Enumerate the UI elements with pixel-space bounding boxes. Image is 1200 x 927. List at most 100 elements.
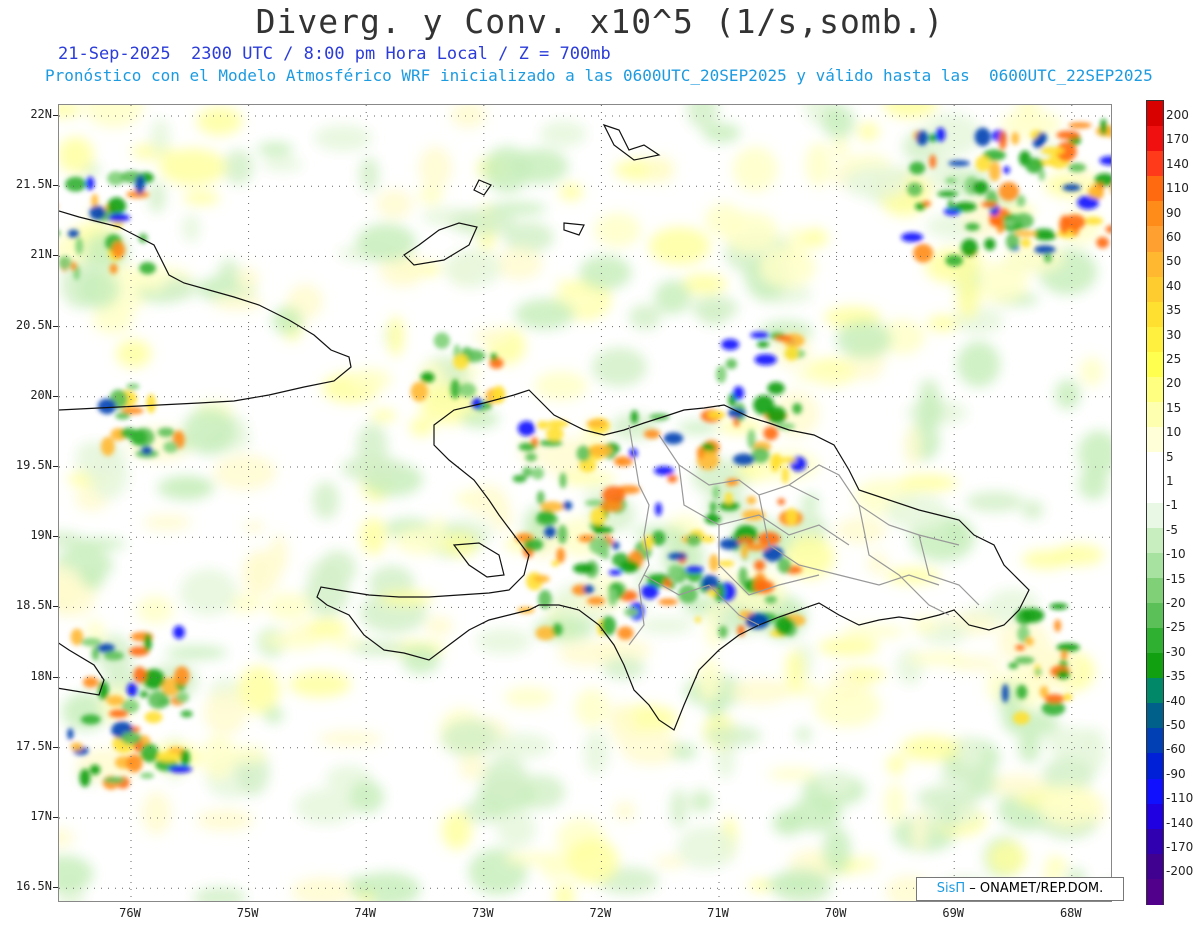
- colorbar-segment: [1147, 502, 1163, 529]
- colorbar-label: -10: [1166, 547, 1186, 562]
- colorbar-label: 5: [1166, 449, 1174, 464]
- lat-tick: [53, 255, 58, 257]
- colorbar-segment: [1147, 326, 1163, 353]
- colorbar-segment: [1147, 803, 1163, 830]
- lat-label: 19N: [30, 528, 52, 543]
- colorbar-segment: [1147, 276, 1163, 303]
- lat-label: 21N: [30, 247, 52, 262]
- colorbar-label: -30: [1166, 644, 1186, 659]
- colorbar-label: -25: [1166, 620, 1186, 635]
- colorbar-label: 90: [1166, 205, 1182, 220]
- colorbar-label: 35: [1166, 303, 1182, 318]
- colorbar-segment: [1147, 678, 1163, 704]
- lat-tick: [53, 185, 58, 187]
- map-canvas: [59, 105, 1111, 901]
- lat-label: 19.5N: [15, 458, 52, 472]
- colorbar-segment: [1147, 878, 1163, 905]
- colorbar-label: -170: [1166, 840, 1194, 854]
- colorbar-label: -110: [1166, 791, 1194, 806]
- colorbar-label: 40: [1166, 278, 1182, 293]
- colorbar-segment: [1147, 527, 1163, 554]
- colorbar-segment: [1147, 602, 1163, 629]
- colorbar-segment: [1147, 477, 1163, 503]
- lat-label: 20.5N: [15, 317, 52, 332]
- colorbar-label: 60: [1166, 230, 1182, 244]
- colorbar-label: -1: [1166, 498, 1178, 513]
- colorbar-segment: [1147, 251, 1163, 278]
- lat-tick: [53, 606, 58, 608]
- colorbar-label: 50: [1166, 254, 1182, 269]
- lat-label: 17.5N: [15, 738, 52, 753]
- colorbar-segment: [1147, 753, 1163, 780]
- colorbar-label: -60: [1166, 742, 1186, 757]
- colorbar-segment: [1147, 828, 1163, 855]
- colorbar-label: 200: [1166, 108, 1189, 122]
- colorbar-label: -40: [1166, 693, 1186, 708]
- colorbar-label: 15: [1166, 400, 1182, 415]
- lat-tick: [53, 325, 58, 327]
- chart-title: Diverg. y Conv. x10^5 (1/s,somb.): [255, 2, 945, 41]
- lon-label: 71W: [707, 906, 729, 920]
- lon-label: 69W: [942, 906, 965, 920]
- colorbar-segment: [1147, 176, 1163, 202]
- lon-label: 68W: [1059, 906, 1082, 920]
- colorbar-segment: [1147, 226, 1163, 253]
- lon-label: 70W: [824, 906, 847, 920]
- colorbar-segment: [1147, 778, 1163, 805]
- colorbar-label: -35: [1166, 669, 1186, 684]
- lat-tick: [53, 676, 58, 678]
- colorbar-segment: [1147, 653, 1163, 679]
- colorbar-label: 110: [1166, 181, 1189, 196]
- colorbar-label: 140: [1166, 156, 1189, 171]
- colorbar-segment: [1147, 427, 1163, 453]
- colorbar-label: -200: [1166, 864, 1194, 879]
- lat-tick: [53, 887, 58, 889]
- lat-tick: [53, 466, 58, 467]
- lon-label: 72W: [589, 906, 612, 920]
- colorbar-segment: [1147, 452, 1163, 478]
- colorbar-segment: [1147, 703, 1163, 729]
- colorbar-segment: [1147, 151, 1163, 177]
- colorbar-label: -5: [1166, 522, 1178, 537]
- colorbar-segment: [1147, 552, 1163, 579]
- credit-text: – ONAMET/REP.DOM.: [965, 881, 1104, 896]
- forecast-date-subtitle: 21-Sep-2025 2300 UTC / 8:00 pm Hora Loca…: [58, 44, 611, 64]
- lon-label: 75W: [236, 906, 259, 920]
- credit-box: SisΠ – ONAMET/REP.DOM.: [916, 877, 1124, 901]
- colorbar-label: -20: [1166, 596, 1186, 610]
- lon-label: 76W: [119, 906, 141, 920]
- colorbar-segment: [1147, 402, 1163, 428]
- lat-label: 22N: [30, 107, 52, 121]
- colorbar: [1146, 100, 1164, 905]
- colorbar-label: 1: [1166, 474, 1174, 488]
- colorbar-label: -50: [1166, 718, 1186, 732]
- colorbar-segment: [1147, 627, 1163, 654]
- lat-tick: [53, 395, 58, 397]
- lat-tick: [53, 746, 58, 748]
- model-info-subtitle: Pronóstico con el Modelo Atmosférico WRF…: [45, 66, 1153, 85]
- lat-label: 20N: [30, 387, 52, 402]
- colorbar-segment: [1147, 301, 1163, 328]
- lat-label: 17N: [30, 809, 52, 823]
- colorbar-label: 10: [1166, 425, 1182, 440]
- lat-tick: [53, 536, 58, 538]
- lon-label: 73W: [471, 906, 494, 920]
- lat-tick: [53, 115, 58, 116]
- lat-label: 18N: [30, 668, 52, 683]
- colorbar-label: -140: [1166, 815, 1194, 830]
- colorbar-label: 170: [1166, 132, 1189, 147]
- lat-label: 16.5N: [15, 879, 52, 894]
- lat-label: 21.5N: [15, 177, 52, 192]
- colorbar-segment: [1147, 351, 1163, 378]
- colorbar-segment: [1147, 201, 1163, 227]
- lon-label: 74W: [354, 906, 377, 920]
- colorbar-label: -15: [1166, 571, 1186, 586]
- colorbar-segment: [1147, 853, 1163, 880]
- sispi-logo: SisΠ: [936, 881, 966, 896]
- colorbar-segment: [1147, 728, 1163, 754]
- colorbar-segment: [1147, 577, 1163, 604]
- colorbar-label: 30: [1166, 327, 1182, 342]
- colorbar-label: -90: [1166, 766, 1186, 781]
- divergence-map: [58, 104, 1112, 902]
- colorbar-segment: [1147, 126, 1163, 152]
